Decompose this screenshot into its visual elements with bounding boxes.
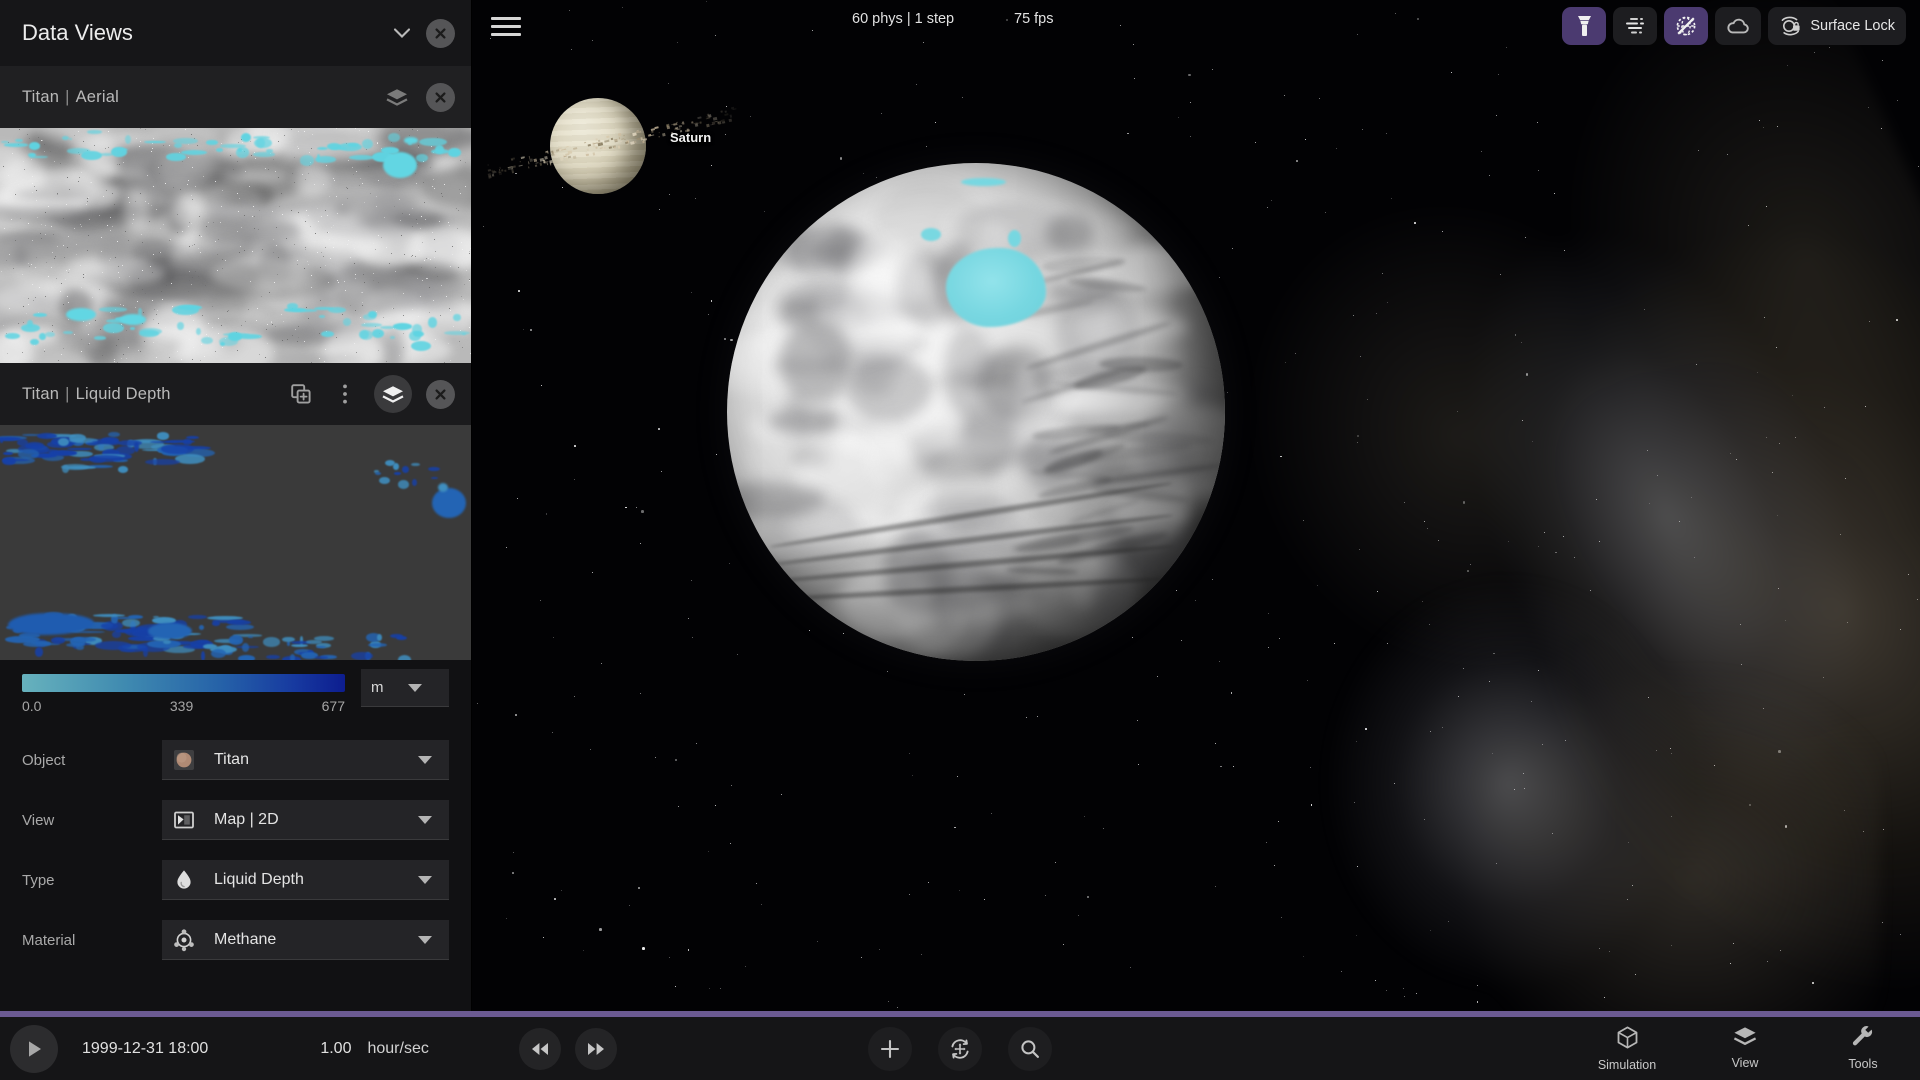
tools-menu-button[interactable]: Tools bbox=[1826, 1025, 1900, 1072]
orbit-lock-icon bbox=[1779, 15, 1802, 37]
view-select[interactable]: Map | 2D bbox=[162, 800, 449, 840]
view-separator: | bbox=[59, 385, 76, 403]
top-tool-group: Surface Lock bbox=[1562, 7, 1906, 45]
field-material: Material Methane bbox=[22, 910, 449, 970]
color-bar bbox=[22, 674, 345, 692]
cloud-icon bbox=[1726, 17, 1750, 35]
legend-max: 677 bbox=[322, 698, 345, 714]
field-type: Type Liquid Depth bbox=[22, 850, 449, 910]
close-icon[interactable] bbox=[426, 83, 455, 112]
map-icon bbox=[166, 806, 202, 834]
view-object-name: Titan bbox=[22, 385, 59, 403]
field-label-material: Material bbox=[22, 932, 162, 949]
field-label-type: Type bbox=[22, 872, 162, 889]
field-object: Object Titan bbox=[22, 730, 449, 790]
field-list: Object Titan View bbox=[0, 720, 471, 970]
milky-way-core bbox=[1260, 431, 1880, 1011]
view-kind-name: Liquid Depth bbox=[76, 385, 171, 403]
speed-controls bbox=[519, 1028, 617, 1070]
data-views-panel: Data Views Titan|Aerial bbox=[0, 0, 472, 1011]
add-button[interactable] bbox=[868, 1027, 912, 1071]
panel-close-button[interactable] bbox=[426, 19, 455, 48]
material-value: Methane bbox=[202, 931, 413, 949]
surface-lock-button[interactable]: Surface Lock bbox=[1768, 7, 1906, 45]
bottom-toolbar: 1999-12-31 18:00 1.00 hour/sec bbox=[0, 1017, 1920, 1080]
legend-scale: 0.0 339 677 bbox=[22, 674, 345, 714]
page-title: Data Views bbox=[22, 20, 388, 46]
field-view: View Map | 2D bbox=[22, 790, 449, 850]
hamburger-icon[interactable] bbox=[491, 13, 521, 39]
clouds-toggle[interactable] bbox=[1715, 7, 1761, 45]
tools-label: Tools bbox=[1848, 1057, 1877, 1071]
liquid-depth-map-preview[interactable] bbox=[0, 425, 471, 660]
view-label: View bbox=[1732, 1056, 1759, 1070]
object-value: Titan bbox=[202, 751, 413, 769]
globe-grid-slash-icon bbox=[1675, 15, 1697, 37]
type-select[interactable]: Liquid Depth bbox=[162, 860, 449, 900]
field-label-view: View bbox=[22, 812, 162, 829]
legend-ticks: 0.0 339 677 bbox=[22, 698, 345, 714]
droplet-icon bbox=[166, 866, 202, 894]
saturn-object[interactable]: Saturn bbox=[478, 92, 738, 202]
wrench-icon bbox=[1851, 1025, 1875, 1054]
view-object-name: Titan bbox=[22, 88, 59, 106]
sphere-icon bbox=[166, 746, 202, 774]
time-rate-unit: hour/sec bbox=[367, 1040, 428, 1058]
aerial-map-preview[interactable] bbox=[0, 128, 471, 363]
saturn-label: Saturn bbox=[670, 130, 711, 145]
type-value: Liquid Depth bbox=[202, 871, 413, 889]
time-rate-value: 1.00 bbox=[320, 1040, 351, 1058]
titan-globe[interactable] bbox=[727, 163, 1225, 661]
field-label-object: Object bbox=[22, 752, 162, 769]
labels-toggle[interactable] bbox=[1613, 7, 1657, 45]
grid-off-toggle[interactable] bbox=[1664, 7, 1708, 45]
legend-mid: 339 bbox=[170, 698, 193, 714]
data-view-title-liquid-depth: Titan|Liquid Depth bbox=[22, 385, 272, 404]
material-select[interactable]: Methane bbox=[162, 920, 449, 960]
rewind-icon[interactable] bbox=[519, 1028, 561, 1070]
chevron-down-icon bbox=[403, 684, 427, 692]
legend-min: 0.0 bbox=[22, 698, 41, 714]
flashlight-icon bbox=[1575, 15, 1594, 37]
duplicate-add-icon[interactable] bbox=[286, 379, 316, 409]
simulation-date: 1999-12-31 18:00 bbox=[82, 1040, 208, 1058]
chevron-down-icon bbox=[413, 936, 437, 944]
view-separator: | bbox=[59, 88, 76, 106]
titan-shading bbox=[727, 163, 1225, 661]
unit-select[interactable]: m bbox=[361, 669, 449, 707]
recenter-button[interactable] bbox=[938, 1027, 982, 1071]
app-root: Saturn 60 phys | 1 step 75 fps bbox=[0, 0, 1920, 1080]
unit-value: m bbox=[371, 679, 403, 696]
chevron-down-icon bbox=[413, 876, 437, 884]
legend: 0.0 339 677 m bbox=[0, 660, 471, 720]
surface-lock-label: Surface Lock bbox=[1810, 18, 1895, 34]
layers-icon[interactable] bbox=[374, 375, 412, 413]
simulation-menu-button[interactable]: Simulation bbox=[1590, 1025, 1664, 1072]
close-icon[interactable] bbox=[426, 380, 455, 409]
panel-header: Data Views bbox=[0, 0, 471, 66]
chevron-down-icon bbox=[413, 816, 437, 824]
molecule-icon bbox=[166, 926, 202, 954]
layers-icon bbox=[1732, 1025, 1758, 1053]
search-button[interactable] bbox=[1008, 1027, 1052, 1071]
flashlight-toggle[interactable] bbox=[1562, 7, 1606, 45]
labels-icon bbox=[1624, 16, 1646, 36]
right-tool-group: Simulation View Tools bbox=[1590, 1025, 1900, 1072]
chevron-down-icon bbox=[413, 756, 437, 764]
data-view-title-aerial: Titan|Aerial bbox=[22, 88, 368, 107]
play-button[interactable] bbox=[10, 1025, 58, 1073]
data-view-header-liquid-depth[interactable]: Titan|Liquid Depth bbox=[0, 363, 471, 425]
object-select[interactable]: Titan bbox=[162, 740, 449, 780]
view-kind-name: Aerial bbox=[76, 88, 119, 106]
cube-icon bbox=[1615, 1025, 1640, 1055]
simulation-label: Simulation bbox=[1598, 1058, 1656, 1072]
fast-forward-icon[interactable] bbox=[575, 1028, 617, 1070]
layers-icon[interactable] bbox=[382, 82, 412, 112]
chevron-down-icon[interactable] bbox=[388, 19, 416, 47]
center-tool-group bbox=[868, 1027, 1052, 1071]
more-vertical-icon[interactable] bbox=[330, 379, 360, 409]
data-view-header-aerial[interactable]: Titan|Aerial bbox=[0, 66, 471, 128]
view-value: Map | 2D bbox=[202, 811, 413, 829]
view-menu-button[interactable]: View bbox=[1708, 1025, 1782, 1072]
